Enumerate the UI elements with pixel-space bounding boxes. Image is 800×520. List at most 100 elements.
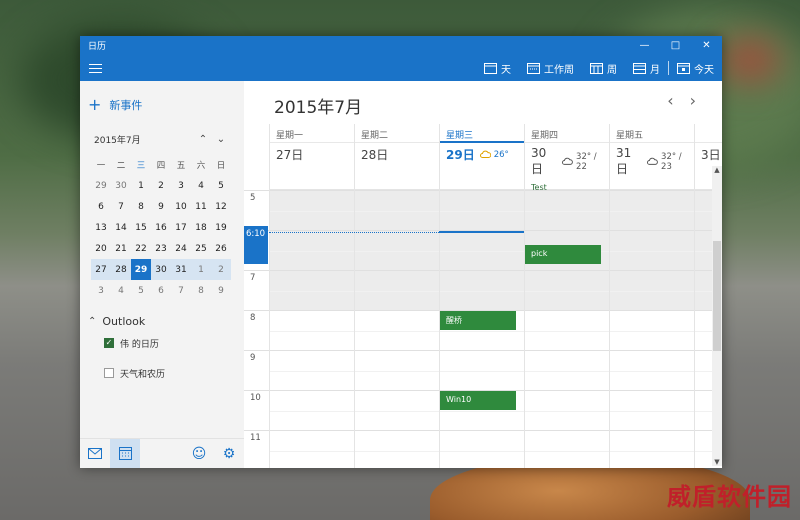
day-number: 29日 [446, 148, 475, 162]
mini-calendar-day[interactable]: 23 [151, 238, 171, 259]
mini-calendar-day[interactable]: 4 [111, 280, 131, 301]
hour-row[interactable]: 5 [244, 190, 716, 230]
chevron-left-icon[interactable]: ‹ [667, 91, 673, 110]
thunder-rain-icon [479, 150, 491, 158]
mini-calendar-day[interactable]: 18 [191, 217, 211, 238]
mini-calendar-day[interactable]: 14 [111, 217, 131, 238]
page-title: 2015年7月 [274, 98, 363, 118]
mini-calendar-day[interactable]: 16 [151, 217, 171, 238]
hour-row[interactable]: 6 [244, 230, 716, 270]
mini-calendar-day[interactable]: 9 [151, 196, 171, 217]
hour-row[interactable]: 9 [244, 350, 716, 390]
chevron-right-icon[interactable]: › [690, 91, 696, 110]
mini-calendar-day[interactable]: 11 [191, 196, 211, 217]
cloud-icon [562, 157, 574, 165]
maximize-button[interactable]: □ [660, 36, 691, 55]
mini-calendar-day[interactable]: 5 [131, 280, 151, 301]
mini-calendar-day[interactable]: 3 [91, 280, 111, 301]
day-header[interactable]: 星期四 30日 32° / 22 Test [524, 124, 609, 192]
outlook-account-toggle[interactable]: ⌃ Outlook [80, 301, 244, 328]
current-time-label: 6:10 [244, 226, 268, 264]
scroll-up-icon[interactable]: ▲ [712, 166, 722, 174]
mini-calendar-day[interactable]: 6 [151, 280, 171, 301]
mini-calendar-day[interactable]: 12 [211, 196, 231, 217]
hour-row[interactable]: 7 [244, 270, 716, 310]
mini-calendar-day[interactable]: 2 [211, 259, 231, 280]
view-workweek-button[interactable]: 工作周 [519, 55, 582, 81]
mini-calendar-day[interactable]: 3 [171, 175, 191, 196]
mail-icon[interactable] [80, 439, 110, 469]
view-week-button[interactable]: 周 [582, 55, 625, 81]
weather-temperature: 32° / 22 [576, 151, 597, 172]
hamburger-menu-icon[interactable] [80, 55, 110, 81]
title-bar[interactable]: 日历 — □ ✕ [80, 36, 722, 55]
calendar-item-weather[interactable]: 天气和农历 [80, 358, 244, 388]
scroll-down-icon[interactable]: ▼ [712, 458, 722, 466]
hour-row[interactable]: 11 [244, 430, 716, 468]
view-week-label: 周 [607, 64, 617, 76]
chevron-down-icon[interactable]: ⌄ [212, 134, 230, 145]
today-button[interactable]: 今天 [669, 55, 722, 81]
calendar-event[interactable]: pick [525, 245, 601, 264]
chevron-up-icon[interactable]: ⌃ [194, 134, 212, 145]
time-grid[interactable]: 5 6 7 8 9 10 11 6:10 pick 醒桥 Win10 [244, 190, 716, 468]
view-day-button[interactable]: 天 [476, 55, 519, 81]
mini-calendar-day[interactable]: 8 [191, 280, 211, 301]
gear-icon[interactable]: ⚙ [214, 439, 244, 469]
period-navigation: ‹ › [667, 91, 696, 110]
checkbox-checked[interactable]: ✓ [104, 338, 114, 348]
mini-calendar-day[interactable]: 5 [211, 175, 231, 196]
mini-calendar-day[interactable]: 26 [211, 238, 231, 259]
day-column-divider [524, 190, 525, 468]
mini-calendar-day[interactable]: 29 [91, 175, 111, 196]
day-number: 27日 [276, 148, 304, 162]
mini-calendar-day[interactable]: 17 [171, 217, 191, 238]
mini-calendar-day[interactable]: 28 [111, 259, 131, 280]
mini-calendar-day[interactable]: 31 [171, 259, 191, 280]
mini-calendar-day[interactable]: 7 [111, 196, 131, 217]
calendar-event[interactable]: Win10 [440, 391, 516, 410]
mini-calendar-day[interactable]: 29 [131, 259, 151, 280]
mini-calendar-grid: 一二三四五六日 29 30 1 2 3 4 5 6 7 8 9 10 11 12 13 14 15 16 17 18 19… [91, 154, 244, 301]
mini-calendar-day[interactable]: 30 [111, 175, 131, 196]
mini-calendar-day[interactable]: 10 [171, 196, 191, 217]
mini-calendar-day[interactable]: 15 [131, 217, 151, 238]
mini-calendar-day[interactable]: 21 [111, 238, 131, 259]
mini-calendar-day[interactable]: 22 [131, 238, 151, 259]
day-number-row: 29日 26° [440, 143, 524, 163]
day-of-week: 星期四 [525, 124, 609, 143]
mini-calendar-day[interactable]: 24 [171, 238, 191, 259]
day-header[interactable]: 星期三 29日 26° [439, 124, 524, 190]
checkbox-unchecked[interactable] [104, 368, 114, 378]
view-month-button[interactable]: 月 [625, 55, 668, 81]
mini-calendar-day[interactable]: 20 [91, 238, 111, 259]
mini-calendar-day[interactable]: 19 [211, 217, 231, 238]
mini-calendar-day[interactable]: 9 [211, 280, 231, 301]
mini-calendar-day[interactable]: 25 [191, 238, 211, 259]
mini-calendar-day[interactable]: 6 [91, 196, 111, 217]
new-event-button[interactable]: + 新事件 [80, 81, 244, 113]
calendar-item-personal[interactable]: ✓ 伟 的日历 [80, 328, 244, 358]
day-header[interactable]: 星期二 28日 [354, 124, 439, 190]
day-number-row: 31日 32° / 23 [610, 143, 694, 177]
calendar-event[interactable]: 醒桥 [440, 311, 516, 330]
mini-calendar-day[interactable]: 2 [151, 175, 171, 196]
mini-calendar-day[interactable]: 1 [131, 175, 151, 196]
mini-calendar-day[interactable]: 8 [131, 196, 151, 217]
mini-calendar-day[interactable]: 30 [151, 259, 171, 280]
close-button[interactable]: ✕ [691, 36, 722, 55]
mini-calendar-day[interactable]: 4 [191, 175, 211, 196]
minimize-button[interactable]: — [629, 36, 660, 55]
vertical-scrollbar[interactable]: ▲ ▼ [712, 166, 722, 466]
mini-calendar-day[interactable]: 7 [171, 280, 191, 301]
day-number-row: 27日 [270, 143, 354, 163]
day-header[interactable]: 星期五 31日 32° / 23 [609, 124, 694, 190]
mini-calendar-day[interactable]: 1 [191, 259, 211, 280]
mini-calendar-day[interactable]: 13 [91, 217, 111, 238]
calendar-icon[interactable] [110, 438, 140, 468]
account-name: Outlook [102, 315, 146, 328]
smiley-feedback-icon[interactable]: ☺ [184, 439, 214, 469]
scrollbar-thumb[interactable] [713, 241, 721, 351]
day-header[interactable]: 星期一 27日 [269, 124, 354, 190]
mini-calendar-day[interactable]: 27 [91, 259, 111, 280]
